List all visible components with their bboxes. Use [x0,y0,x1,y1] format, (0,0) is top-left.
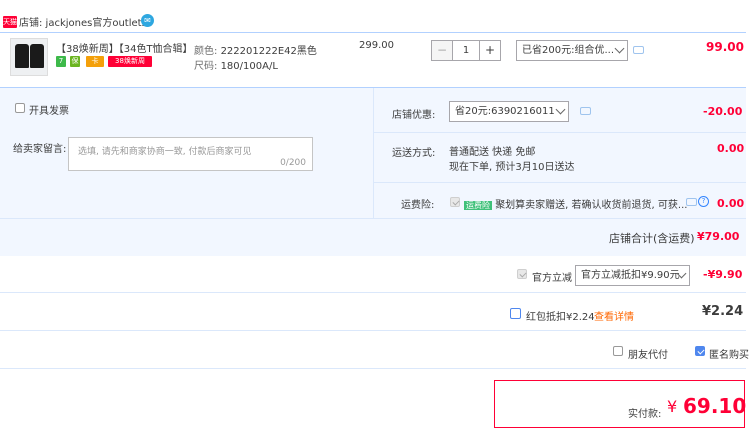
red-packet-checkbox[interactable] [510,308,521,319]
sku-color-label: 颜色: [194,46,218,57]
sku-color-value: 222201222E42黑色 [220,46,317,57]
chevron-down-icon [555,104,566,115]
sku-size-value: 180/100A/L [220,61,278,72]
section-divider [0,292,746,293]
panel-divider [373,88,374,218]
shop-name[interactable]: 店铺: jackjones官方outlets [19,14,147,29]
message-counter: 0/200 [280,158,306,168]
message-textarea[interactable]: 选填, 请先和商家协商一致, 付款后商家可见 0/200 [68,137,313,171]
insurance-checkbox[interactable] [450,197,460,207]
shipping-amount: 0.00 [717,142,745,155]
message-label: 给卖家留言: [13,144,67,155]
promo-badge: 38焕新周 [108,56,152,67]
shipping-method: 普通配送 快递 免邮 [449,147,536,158]
red-packet-amount: ¥2.24 [702,304,744,319]
shipping-eta: 现在下单, 预计3月10日送达 [449,162,575,173]
payment-summary: 实付款: ¥ 69.10 [494,380,747,428]
unit-price: 299.00 [359,40,394,51]
item-discount-select[interactable]: 已省200元:组合优... [516,40,628,61]
comment-icon[interactable] [580,107,591,115]
tmall-badge: 天猫 [3,16,17,28]
shipping-label: 运送方式: [392,148,436,159]
item-line-total: 99.00 [706,40,744,54]
sku-color: 颜色: 222201222E42黑色 [194,42,317,57]
official-discount-value: 官方立减抵扣¥9.90元 [581,270,680,281]
red-packet-details-link[interactable]: 查看详情 [594,308,634,323]
insurance-tag: 运费险 [464,201,492,210]
item-discount-value: 已省200元:组合优... [522,45,614,56]
quantity-input[interactable]: 1 [453,41,479,60]
shop-discount-value: 省20元:6390216011 [455,106,555,117]
section-divider [0,368,746,369]
section-divider [0,218,746,219]
shop-total-label: 店铺合计(含运费) [609,232,695,245]
shop-discount-label: 店铺优惠: [392,110,436,121]
guarantee-badge: 保 [70,56,80,67]
payment-amount: 69.10 [683,394,747,418]
sku-size: 尺码: 180/100A/L [194,57,278,72]
payment-currency: ¥ [667,397,678,416]
decrease-button[interactable]: − [432,41,453,60]
anonymous-label: 匿名购买 [709,350,749,361]
shop-total-amount: ¥79.00 [697,230,740,243]
message-placeholder: 选填, 请先和商家协商一致, 付款后商家可见 [78,147,252,157]
comment-icon[interactable] [686,198,697,206]
sku-size-label: 尺码: [194,61,218,72]
official-discount-checkbox[interactable] [517,269,527,279]
red-packet-label: 红包抵扣¥2.24 [526,312,595,323]
anonymous-checkbox[interactable] [695,346,705,356]
official-discount-label: 官方立减 [532,273,572,284]
seven-day-return-badge: 7 [56,56,66,67]
official-discount-amount: -¥9.90 [703,268,743,281]
friend-pay-label: 朋友代付 [628,350,668,361]
comment-icon[interactable] [633,46,644,54]
chevron-down-icon [614,43,625,54]
section-divider [0,330,746,331]
product-title[interactable]: 【38焕新周】【34色T恤合辑】... [56,40,191,55]
invoice-checkbox[interactable] [15,103,25,113]
insurance-amount: 0.00 [717,197,745,210]
increase-button[interactable]: + [479,41,500,60]
help-icon[interactable]: ? [698,196,709,207]
shop-discount-amount: -20.00 [703,105,743,118]
invoice-label: 开具发票 [29,106,69,117]
quantity-stepper: − 1 + [431,40,501,61]
chat-seller-icon[interactable]: ✉ [141,14,154,27]
insurance-label: 运费险: [401,200,435,211]
payment-label: 实付款: [628,409,662,420]
insurance-desc: 运费险 聚划算卖家赠送, 若确认收货前退货, 可获... [464,200,688,211]
friend-pay-checkbox[interactable] [613,346,623,356]
official-discount-select[interactable]: 官方立减抵扣¥9.90元 [575,265,690,286]
shop-discount-select[interactable]: 省20元:6390216011 [449,101,569,122]
product-thumbnail[interactable] [10,38,48,76]
card-badge: 卡 [86,56,104,67]
